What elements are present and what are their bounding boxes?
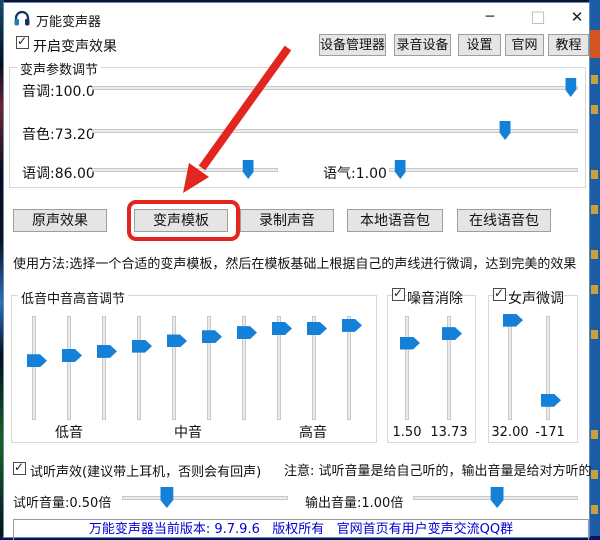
tone-slider-track[interactable] bbox=[389, 168, 578, 172]
noise-slider-1-handle[interactable] bbox=[400, 337, 420, 350]
usage-instructions: 使用方法:选择一个合适的变声模板，然后在模板基础上根据自己的声线进行微调，达到完… bbox=[13, 253, 576, 272]
pitch-slider-handle[interactable] bbox=[565, 78, 576, 97]
eq-slider-9-handle[interactable] bbox=[307, 322, 327, 335]
original-sound-button[interactable]: 原声效果 bbox=[13, 209, 107, 232]
eq-groupbox: 低音 中音 高音 bbox=[11, 295, 377, 443]
enable-effect-checkbox[interactable]: ✓ bbox=[16, 36, 29, 49]
local-voicepack-button[interactable]: 本地语音包 bbox=[347, 209, 443, 232]
desktop-edge-right bbox=[589, 0, 600, 540]
eq-slider-1-track[interactable] bbox=[32, 316, 36, 420]
eq-slider-4-track[interactable] bbox=[137, 316, 141, 420]
pitch-slider[interactable] bbox=[92, 78, 578, 98]
noise-value-1: 1.50 bbox=[383, 425, 431, 440]
timbre-slider[interactable] bbox=[92, 121, 578, 141]
output-volume-label: 输出音量:1.00倍 bbox=[305, 492, 403, 511]
pitch-slider-track[interactable] bbox=[92, 86, 578, 90]
tutorial-button[interactable]: 教程 bbox=[548, 34, 589, 56]
record-sound-button[interactable]: 录制声音 bbox=[240, 209, 334, 232]
female-slider-2-handle[interactable] bbox=[541, 394, 561, 407]
female-checkbox[interactable]: ✓ bbox=[493, 288, 506, 301]
eq-group-title: 低音中音高音调节 bbox=[18, 288, 128, 307]
window-title: 万能变声器 bbox=[36, 11, 101, 30]
female-groupbox: 32.00 -171 bbox=[488, 295, 578, 443]
desktop-icon bbox=[589, 30, 600, 58]
female-slider-1-track[interactable] bbox=[508, 316, 512, 420]
official-site-button[interactable]: 官网 bbox=[505, 34, 544, 56]
eq-slider-8-handle[interactable] bbox=[272, 322, 292, 335]
volume-note: 注意: 试听音量是给自己听的，输出音量是给对方听的 bbox=[284, 460, 592, 479]
params-group-title: 变声参数调节 bbox=[17, 59, 101, 78]
intonation-label: 语调:86.00 bbox=[22, 163, 95, 183]
noise-label: 噪音消除 bbox=[407, 288, 463, 308]
eq-slider-6-handle[interactable] bbox=[202, 330, 222, 343]
voice-template-button[interactable]: 变声模板 bbox=[134, 209, 228, 232]
output-volume-handle[interactable] bbox=[491, 487, 504, 508]
eq-slider-4-handle[interactable] bbox=[132, 340, 152, 353]
close-button-icon[interactable]: ✕ bbox=[560, 3, 594, 31]
eq-slider-5-handle[interactable] bbox=[167, 334, 187, 347]
treble-label: 高音 bbox=[299, 422, 327, 442]
timbre-slider-handle[interactable] bbox=[500, 121, 511, 140]
checkmark-icon: ✓ bbox=[17, 34, 27, 48]
female-label: 女声微调 bbox=[508, 288, 564, 308]
minimize-button-icon[interactable]: ─ bbox=[473, 3, 507, 31]
desktop: 万能变声器 ─ □ ✕ ✓ 开启变声效果 设备管理器 录音设备 设置 官网 教程… bbox=[0, 0, 600, 540]
noise-slider-1-track[interactable] bbox=[405, 316, 409, 420]
eq-slider-7-handle[interactable] bbox=[237, 326, 257, 339]
intonation-slider[interactable] bbox=[92, 160, 278, 180]
pitch-label: 音调:100.0 bbox=[22, 81, 95, 101]
app-window: 万能变声器 ─ □ ✕ ✓ 开启变声效果 设备管理器 录音设备 设置 官网 教程… bbox=[3, 2, 590, 538]
tone-slider-handle[interactable] bbox=[395, 160, 406, 179]
monitor-volume-handle[interactable] bbox=[160, 487, 173, 508]
headphone-app-icon bbox=[13, 9, 31, 27]
settings-button[interactable]: 设置 bbox=[458, 34, 501, 56]
eq-slider-2-handle[interactable] bbox=[62, 349, 82, 362]
noise-value-2: 13.73 bbox=[425, 425, 473, 440]
eq-slider-5-track[interactable] bbox=[172, 316, 176, 420]
checkmark-icon: ✓ bbox=[393, 286, 403, 300]
checkmark-icon: ✓ bbox=[494, 286, 504, 300]
checkmark-icon: ✓ bbox=[14, 460, 24, 474]
monitor-label: 试听声效(建议带上耳机，否则会有回声) bbox=[30, 461, 261, 480]
timbre-label: 音色:73.20 bbox=[22, 124, 95, 144]
mid-label: 中音 bbox=[174, 422, 202, 442]
noise-slider-2-handle[interactable] bbox=[442, 327, 462, 340]
eq-slider-3-track[interactable] bbox=[102, 316, 106, 420]
online-voicepack-button[interactable]: 在线语音包 bbox=[457, 209, 551, 232]
status-bar: 万能变声器当前版本: 9.7.9.6 版权所有 官网首页有用户变声交流QQ群 bbox=[13, 519, 589, 540]
eq-slider-2-track[interactable] bbox=[67, 316, 71, 420]
device-manager-button[interactable]: 设备管理器 bbox=[319, 34, 386, 56]
tone-label: 语气:1.00 bbox=[323, 163, 387, 183]
eq-slider-1-handle[interactable] bbox=[27, 354, 47, 367]
female-slider-1-handle[interactable] bbox=[503, 314, 523, 327]
eq-slider-3-handle[interactable] bbox=[97, 345, 117, 358]
noise-groupbox: 1.50 13.73 bbox=[387, 295, 476, 443]
monitor-volume-label: 试听音量:0.50倍 bbox=[13, 492, 111, 511]
enable-effect-label: 开启变声效果 bbox=[33, 36, 117, 56]
bass-label: 低音 bbox=[55, 422, 83, 442]
eq-slider-10-handle[interactable] bbox=[342, 319, 362, 332]
female-value-2: -171 bbox=[526, 425, 574, 440]
intonation-slider-handle[interactable] bbox=[243, 160, 254, 179]
monitor-volume-track[interactable] bbox=[122, 496, 288, 500]
tone-slider[interactable] bbox=[389, 160, 578, 180]
monitor-checkbox[interactable]: ✓ bbox=[13, 462, 26, 475]
noise-checkbox[interactable]: ✓ bbox=[392, 288, 405, 301]
output-volume-slider[interactable] bbox=[413, 487, 578, 509]
maximize-button-icon[interactable]: □ bbox=[521, 3, 555, 31]
monitor-volume-slider[interactable] bbox=[122, 487, 288, 509]
recording-device-button[interactable]: 录音设备 bbox=[394, 34, 451, 56]
